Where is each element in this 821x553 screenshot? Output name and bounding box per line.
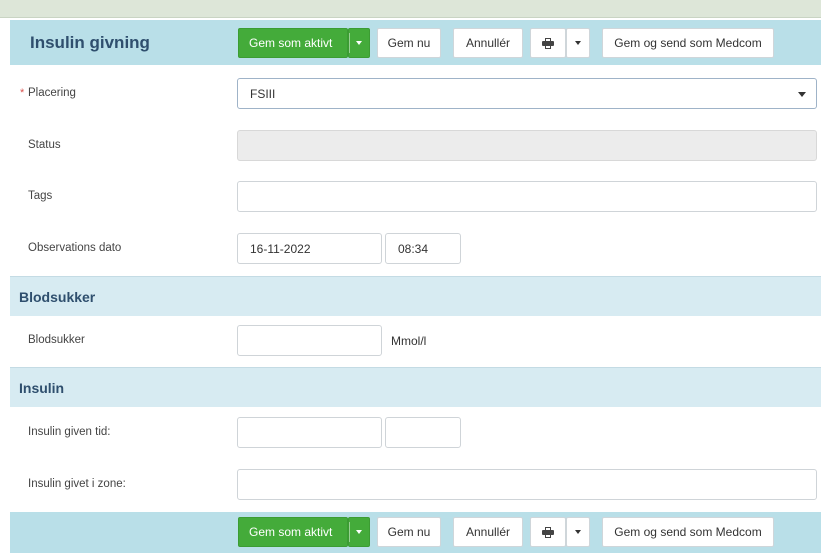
- save-active-dropdown-button[interactable]: [348, 517, 370, 547]
- save-send-medcom-button[interactable]: Gem og send som Medcom: [602, 28, 774, 58]
- save-active-button[interactable]: Gem som aktivt: [238, 517, 348, 547]
- tags-input[interactable]: [237, 181, 817, 212]
- top-strip: [0, 0, 821, 18]
- blodsukker-row: Blodsukker Mmol/l: [10, 325, 821, 356]
- insulin-zone-input[interactable]: [237, 469, 817, 500]
- save-now-label: Gem nu: [387, 36, 431, 50]
- save-now-label: Gem nu: [387, 525, 431, 539]
- placering-label: Placering: [28, 87, 76, 99]
- blodsukker-section-title: Blodsukker: [19, 289, 96, 305]
- save-send-medcom-label: Gem og send som Medcom: [614, 36, 762, 50]
- blodsukker-input[interactable]: [237, 325, 382, 356]
- insulin-section-header: Insulin: [10, 367, 821, 407]
- cancel-label: Annullér: [465, 525, 511, 539]
- observations-date-input[interactable]: 16-11-2022: [237, 233, 382, 264]
- printer-icon: [542, 526, 554, 538]
- print-dropdown-button[interactable]: [566, 517, 590, 547]
- print-button[interactable]: [530, 517, 566, 547]
- cancel-button[interactable]: Annullér: [453, 517, 523, 547]
- placering-value: FSIII: [250, 86, 276, 101]
- tags-label: Tags: [28, 190, 53, 202]
- save-now-button[interactable]: Gem nu: [377, 28, 441, 58]
- save-active-button[interactable]: Gem som aktivt: [238, 28, 348, 58]
- print-dropdown-button[interactable]: [566, 28, 590, 58]
- insulin-zone-row: Insulin givet i zone:: [10, 469, 821, 500]
- observations-date-value: 16-11-2022: [250, 241, 311, 256]
- insulin-given-date-input[interactable]: [237, 417, 382, 448]
- status-field: [237, 130, 817, 161]
- insulin-given-time-input[interactable]: [385, 417, 461, 448]
- chevron-down-icon: [575, 41, 581, 45]
- blodsukker-label: Blodsukker: [28, 334, 85, 346]
- blodsukker-section-header: Blodsukker: [10, 276, 821, 316]
- insulin-section-title: Insulin: [19, 380, 65, 396]
- observations-dato-row: Observations dato 16-11-2022 08:34: [10, 233, 821, 264]
- form-title: Insulin givning: [30, 33, 150, 52]
- insulin-zone-label: Insulin givet i zone:: [28, 478, 126, 490]
- form-footer-toolbar: Gem som aktivt Gem nu Annullér Gem og se…: [10, 512, 821, 553]
- save-now-button[interactable]: Gem nu: [377, 517, 441, 547]
- placering-row: * Placering FSIII: [10, 78, 821, 109]
- print-button[interactable]: [530, 28, 566, 58]
- save-send-medcom-button[interactable]: Gem og send som Medcom: [602, 517, 774, 547]
- chevron-down-icon: [356, 530, 362, 534]
- chevron-down-icon: [575, 530, 581, 534]
- status-row: Status: [10, 130, 821, 161]
- required-marker: *: [20, 87, 25, 99]
- cancel-button[interactable]: Annullér: [453, 28, 523, 58]
- save-active-label: Gem som aktivt: [249, 525, 333, 539]
- form-header-toolbar: Insulin givning Gem som aktivt Gem nu An…: [10, 20, 821, 65]
- status-label: Status: [28, 139, 61, 151]
- observations-time-input[interactable]: 08:34: [385, 233, 461, 264]
- save-active-label: Gem som aktivt: [249, 36, 333, 50]
- placering-select[interactable]: FSIII: [237, 78, 817, 109]
- chevron-down-icon: [798, 92, 806, 97]
- tags-row: Tags: [10, 181, 821, 212]
- save-active-dropdown-button[interactable]: [348, 28, 370, 58]
- cancel-label: Annullér: [465, 36, 511, 50]
- insulin-given-tid-row: Insulin given tid:: [10, 417, 821, 448]
- observations-dato-label: Observations dato: [28, 242, 122, 254]
- observations-time-value: 08:34: [398, 241, 429, 256]
- chevron-down-icon: [356, 41, 362, 45]
- insulin-given-tid-label: Insulin given tid:: [28, 426, 111, 438]
- save-send-medcom-label: Gem og send som Medcom: [614, 525, 762, 539]
- blodsukker-unit: Mmol/l: [391, 334, 427, 348]
- printer-icon: [542, 37, 554, 49]
